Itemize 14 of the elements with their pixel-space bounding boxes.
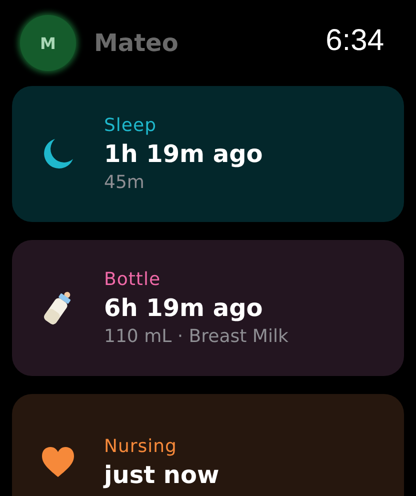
clock-time: 6:34 xyxy=(326,24,384,59)
category-label: Sleep xyxy=(104,115,158,136)
category-label: Bottle xyxy=(104,269,162,290)
activity-detail: 45m xyxy=(104,172,146,193)
activity-detail: 110 mL · Breast Milk xyxy=(104,326,288,347)
avatar[interactable]: M xyxy=(20,15,76,71)
profile-name: Mateo xyxy=(94,29,178,57)
time-ago: 6h 19m ago xyxy=(104,294,264,322)
time-ago: 1h 19m ago xyxy=(104,140,263,168)
time-ago: just now xyxy=(104,460,220,488)
activity-card[interactable]: Nursing just now xyxy=(12,394,404,496)
activity-card[interactable]: Sleep 1h 19m ago 45m xyxy=(12,86,404,222)
category-label: Nursing xyxy=(104,436,178,456)
activity-card[interactable]: Bottle 6h 19m ago 110 mL · Breast Milk xyxy=(12,240,404,376)
